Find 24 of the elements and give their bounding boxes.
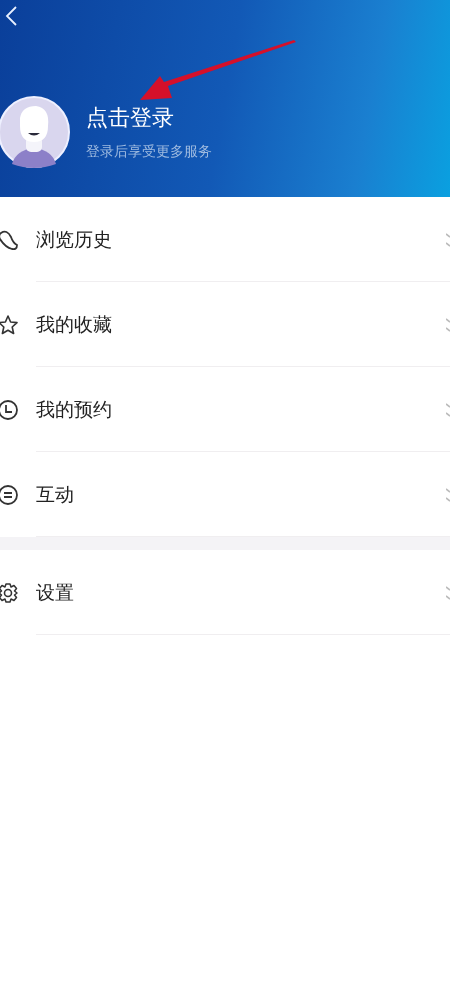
loop-icon [0, 228, 19, 251]
menu-label: 互动 [36, 481, 75, 507]
chevron-icon [446, 487, 450, 502]
settings-icon [0, 581, 19, 604]
menu-item[interactable]: 我的收藏 [0, 282, 450, 367]
back-icon[interactable] [4, 5, 18, 27]
menu-item[interactable]: 浏览历史 [0, 197, 450, 282]
menu-item[interactable]: 我的预约 [0, 367, 450, 452]
clock-icon [0, 398, 19, 421]
menu-label: 设置 [36, 579, 75, 605]
menu-label: 浏览历史 [36, 226, 113, 252]
chat-icon [0, 483, 19, 506]
avatar-icon[interactable] [0, 96, 70, 168]
chevron-icon [446, 402, 450, 417]
menu-label: 我的预约 [36, 396, 113, 422]
chevron-icon [446, 317, 450, 332]
login-subtitle: 登录后享受更多服务 [86, 142, 212, 160]
star-icon [0, 313, 19, 336]
login-title[interactable]: 点击登录 [86, 104, 212, 132]
chevron-icon [446, 232, 450, 247]
menu-item[interactable]: 设置 [0, 550, 450, 635]
chevron-icon [446, 585, 450, 600]
menu-label: 我的收藏 [36, 311, 113, 337]
menu-item[interactable]: 互动 [0, 452, 450, 537]
